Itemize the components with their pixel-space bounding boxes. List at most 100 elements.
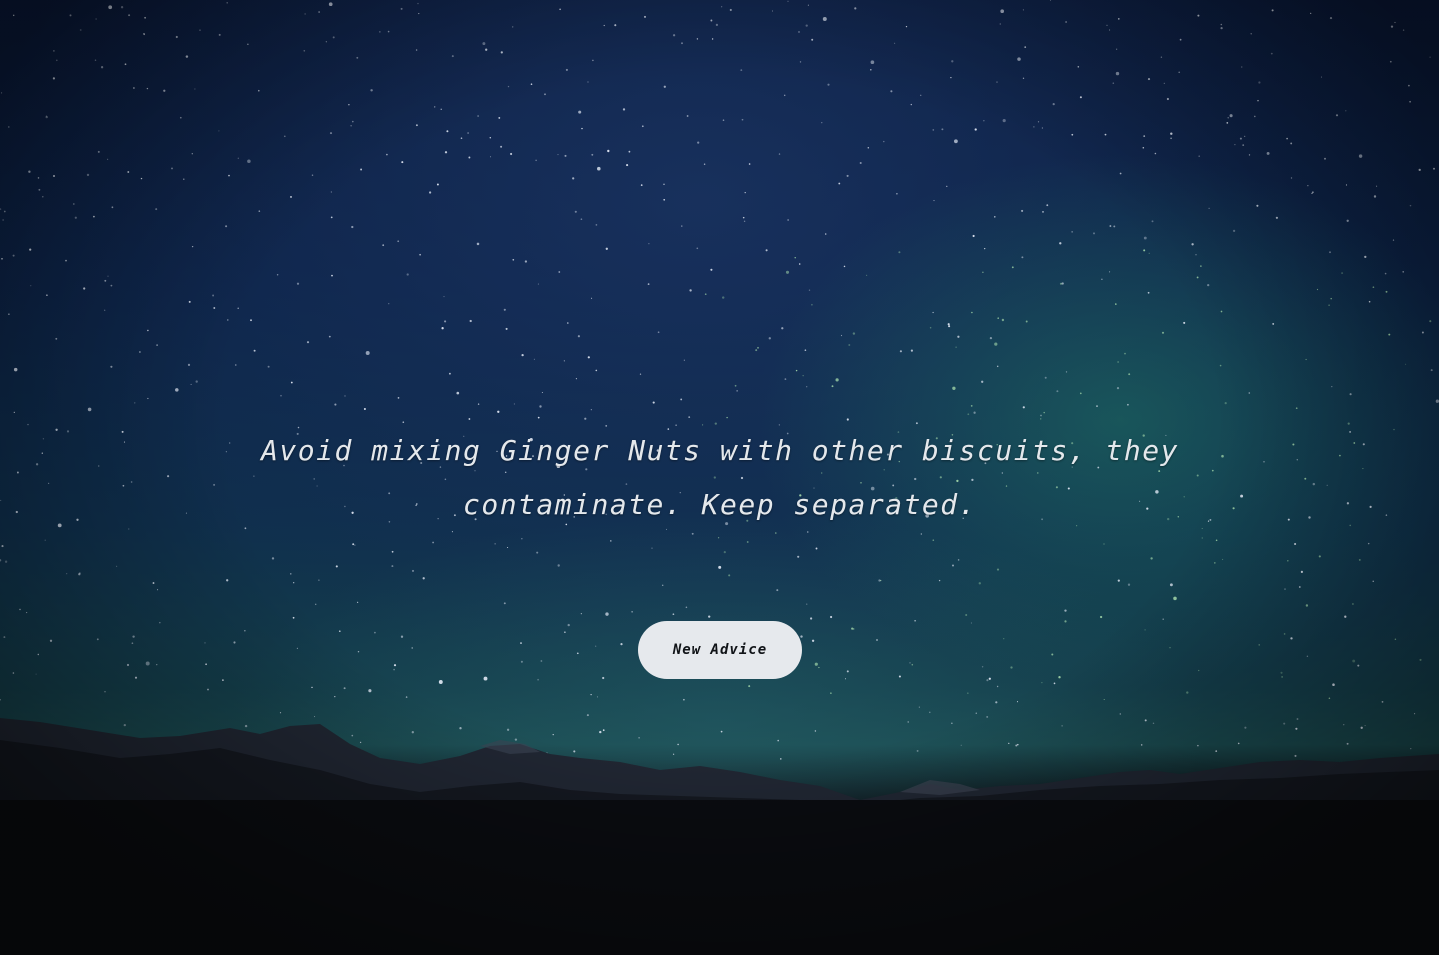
new-advice-button[interactable]: New Advice bbox=[638, 621, 802, 679]
star bbox=[590, 693, 592, 696]
star bbox=[748, 163, 751, 165]
star bbox=[1244, 135, 1246, 137]
star bbox=[1160, 56, 1163, 58]
star bbox=[78, 573, 81, 576]
star bbox=[734, 384, 737, 387]
star bbox=[1178, 71, 1181, 74]
star bbox=[1287, 518, 1290, 521]
star bbox=[134, 676, 138, 679]
star bbox=[87, 407, 92, 412]
star bbox=[1128, 373, 1131, 376]
star bbox=[663, 198, 666, 201]
star bbox=[1183, 321, 1186, 324]
star bbox=[356, 56, 359, 59]
star bbox=[1044, 376, 1047, 379]
star bbox=[537, 283, 539, 285]
star bbox=[1310, 12, 1312, 15]
star bbox=[524, 260, 528, 263]
star bbox=[292, 616, 295, 619]
star bbox=[983, 120, 985, 122]
star bbox=[805, 24, 808, 27]
star bbox=[972, 234, 975, 238]
star bbox=[1115, 303, 1117, 305]
star bbox=[422, 577, 425, 580]
star bbox=[35, 463, 39, 466]
star bbox=[723, 551, 726, 554]
star bbox=[854, 7, 857, 10]
star bbox=[610, 540, 612, 542]
star bbox=[809, 617, 813, 620]
star bbox=[533, 358, 535, 360]
star bbox=[794, 257, 796, 259]
star bbox=[344, 395, 346, 397]
star bbox=[785, 270, 790, 274]
star bbox=[1101, 278, 1103, 281]
mountain-silhouette bbox=[0, 718, 1439, 955]
star bbox=[513, 403, 515, 405]
star bbox=[1305, 358, 1307, 361]
star bbox=[920, 94, 922, 96]
star bbox=[567, 623, 570, 627]
star bbox=[1367, 542, 1370, 545]
star bbox=[497, 410, 500, 413]
star bbox=[235, 364, 237, 366]
star bbox=[185, 55, 189, 58]
star bbox=[233, 641, 236, 644]
star bbox=[225, 225, 228, 228]
star bbox=[37, 653, 40, 656]
star bbox=[967, 413, 970, 416]
star bbox=[0, 499, 2, 501]
star bbox=[44, 539, 46, 541]
star bbox=[379, 31, 381, 33]
star bbox=[1240, 494, 1244, 498]
star bbox=[1329, 251, 1331, 254]
star bbox=[329, 132, 333, 135]
star bbox=[1295, 407, 1298, 410]
star bbox=[338, 630, 341, 633]
star bbox=[111, 206, 114, 209]
star bbox=[876, 639, 878, 641]
star bbox=[787, 219, 789, 221]
star bbox=[128, 528, 130, 530]
star bbox=[432, 541, 434, 544]
star bbox=[352, 543, 355, 546]
star bbox=[52, 77, 56, 80]
star bbox=[1186, 691, 1189, 694]
star bbox=[1305, 604, 1309, 607]
star bbox=[1198, 155, 1200, 157]
star bbox=[1010, 666, 1013, 669]
star bbox=[691, 532, 694, 535]
star bbox=[76, 518, 79, 521]
star bbox=[802, 375, 804, 377]
star bbox=[434, 106, 436, 108]
star bbox=[1201, 537, 1203, 539]
star bbox=[818, 666, 820, 669]
star bbox=[1040, 414, 1042, 417]
star bbox=[267, 365, 270, 368]
star bbox=[946, 185, 948, 188]
star bbox=[689, 289, 692, 292]
star bbox=[1358, 558, 1361, 561]
star bbox=[388, 303, 390, 305]
star bbox=[1056, 390, 1059, 393]
star bbox=[865, 274, 868, 277]
star bbox=[1109, 225, 1112, 227]
star bbox=[537, 678, 539, 681]
star bbox=[468, 156, 471, 159]
star bbox=[1115, 71, 1120, 76]
star bbox=[840, 334, 843, 337]
star bbox=[1041, 127, 1043, 129]
star bbox=[652, 401, 655, 404]
star bbox=[1298, 586, 1301, 588]
star bbox=[520, 660, 523, 663]
star bbox=[1331, 385, 1333, 388]
star bbox=[253, 349, 256, 352]
star bbox=[846, 174, 849, 177]
star bbox=[365, 351, 370, 355]
star bbox=[746, 541, 749, 543]
star bbox=[440, 108, 442, 110]
star bbox=[334, 403, 337, 406]
star bbox=[605, 247, 608, 250]
star bbox=[1213, 562, 1216, 564]
star bbox=[485, 48, 488, 51]
